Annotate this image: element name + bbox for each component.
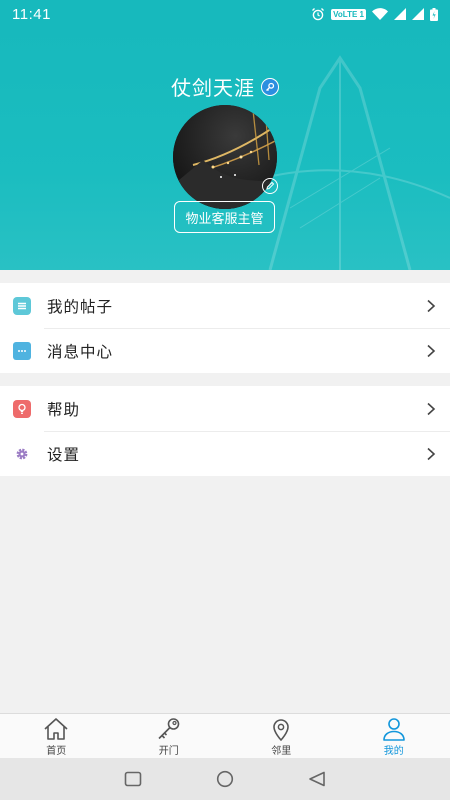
menu-label-message-center: 消息中心: [47, 342, 114, 361]
bottom-nav: 首页 开门 邻里 我的: [0, 713, 450, 758]
status-bar: 11:41 VoLTE 1: [0, 0, 450, 28]
nav-item-home[interactable]: 首页: [0, 714, 113, 758]
menu-item-help[interactable]: 帮助: [0, 386, 450, 431]
menu-label-my-posts: 我的帖子: [47, 297, 114, 316]
username-row: 仗剑天涯: [0, 72, 450, 101]
back-triangle-icon[interactable]: [308, 771, 326, 787]
menu-label-help: 帮助: [47, 400, 81, 419]
menu-group-1: 我的帖子 消息中心: [0, 283, 450, 373]
wifi-icon: [372, 8, 388, 20]
posts-icon: [13, 296, 31, 315]
status-icons: VoLTE 1: [311, 7, 438, 21]
message-icon: [13, 341, 31, 360]
signal-icon: [394, 8, 406, 20]
nav-label-mine: 我的: [383, 746, 404, 757]
status-time: 11:41: [12, 5, 51, 23]
alarm-icon: [312, 8, 325, 21]
settings-gear-icon: [13, 445, 31, 463]
profile-header: 仗剑天涯 物业客服主管: [0, 28, 450, 270]
volte-badge: VoLTE 1: [331, 8, 366, 20]
nav-item-neighbors[interactable]: 邻里: [225, 714, 338, 758]
menu-item-message-center[interactable]: 消息中心: [0, 328, 450, 373]
nav-label-neighbors: 邻里: [271, 746, 292, 757]
chevron-right-icon: [427, 402, 436, 415]
nav-item-mine[interactable]: 我的: [338, 714, 450, 758]
menu-item-my-posts[interactable]: 我的帖子: [0, 283, 450, 328]
system-nav-bar: [0, 758, 450, 800]
location-pin-icon: [273, 719, 290, 741]
verified-key-icon: [261, 77, 279, 96]
key-icon: [158, 718, 180, 740]
battery-icon: [430, 7, 438, 21]
chevron-right-icon: [427, 299, 436, 312]
nav-item-open-door[interactable]: 开门: [113, 714, 226, 758]
recent-apps-icon[interactable]: [124, 771, 142, 787]
user-icon: [382, 718, 405, 741]
nav-label-open-door: 开门: [158, 746, 179, 757]
signal-icon-2: [412, 8, 424, 20]
nav-label-home: 首页: [46, 746, 67, 757]
edit-pencil-icon[interactable]: [262, 178, 278, 194]
role-button[interactable]: 物业客服主管: [174, 201, 275, 233]
chevron-right-icon: [427, 447, 436, 460]
help-bulb-icon: [13, 399, 31, 418]
avatar[interactable]: [173, 105, 277, 209]
menu-item-settings[interactable]: 设置: [0, 431, 450, 476]
menu-group-2: 帮助 设置: [0, 386, 450, 476]
chevron-right-icon: [427, 344, 436, 357]
home-icon: [44, 718, 68, 740]
username: 仗剑天涯: [171, 76, 255, 100]
home-circle-icon[interactable]: [216, 770, 234, 788]
menu-label-settings: 设置: [47, 445, 81, 464]
